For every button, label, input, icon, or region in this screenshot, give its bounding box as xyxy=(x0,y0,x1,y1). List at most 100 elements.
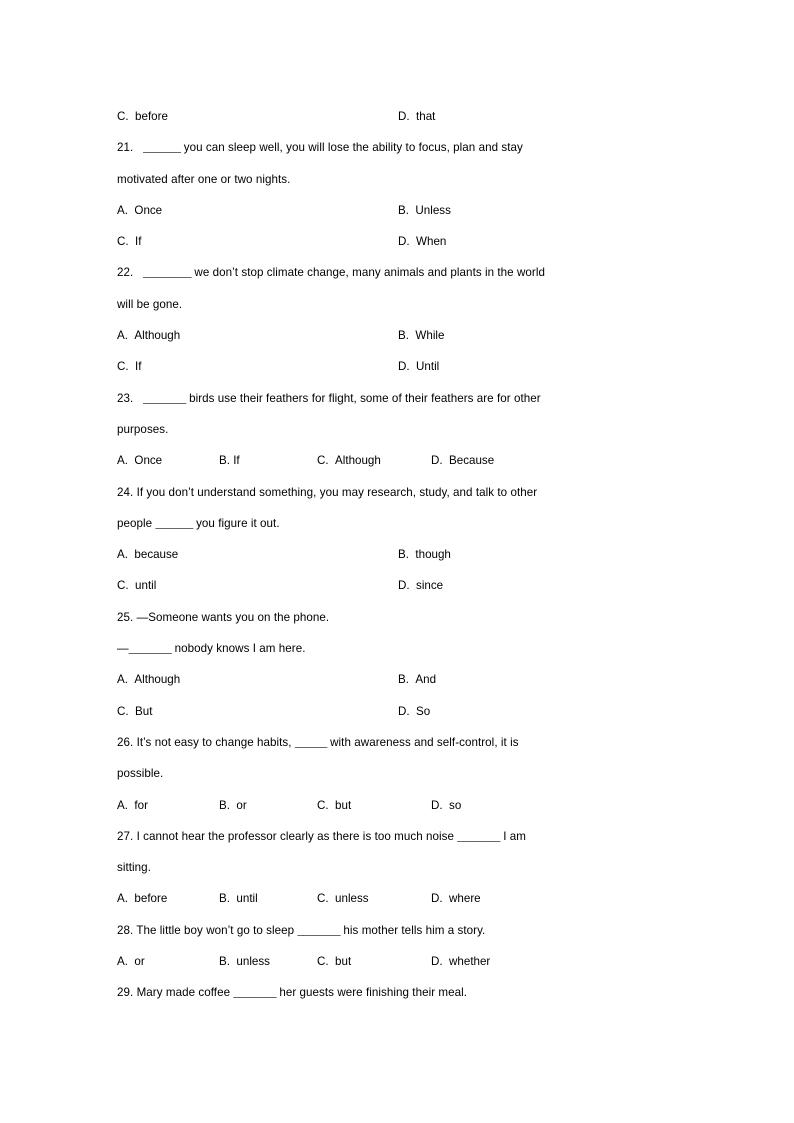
option-24-b[interactable]: B. though xyxy=(398,539,451,570)
question-text: motivated after one or two nights. xyxy=(117,172,291,186)
question-28-options-row: A. or B. unless C. but D. whether xyxy=(117,946,673,977)
document-page: C. before D. that 21. _______ you can sl… xyxy=(0,0,794,1123)
option-letter: C. xyxy=(317,892,329,906)
question-27-options-row: A. before B. until C. unless D. where xyxy=(117,883,673,914)
answer-blank[interactable]: ________ xyxy=(297,924,340,937)
option-22-c[interactable]: C. If xyxy=(117,351,142,382)
option-letter: D. xyxy=(431,955,443,969)
answer-blank[interactable]: ________ xyxy=(233,986,276,999)
option-26-a[interactable]: A. for xyxy=(117,790,148,821)
option-letter: D. xyxy=(398,360,410,374)
question-25-options-row-1: A. Although B. And xyxy=(117,664,673,695)
answer-blank[interactable]: ______ xyxy=(295,736,327,749)
option-label: before xyxy=(135,110,168,123)
question-26-line-2: possible. xyxy=(117,758,673,789)
option-label: Although xyxy=(134,329,181,343)
option-28-c[interactable]: C. but xyxy=(317,946,351,977)
option-label: If xyxy=(233,454,240,468)
option-orphan-c[interactable]: C. before xyxy=(117,101,168,132)
answer-blank[interactable]: ________ xyxy=(129,642,172,655)
question-27-line-1: 27. I cannot hear the professor clearly … xyxy=(117,821,673,852)
option-21-a[interactable]: A. Once xyxy=(117,195,162,226)
option-label: but xyxy=(335,798,352,812)
option-22-d[interactable]: D. Until xyxy=(398,351,439,382)
answer-blank[interactable]: _________ xyxy=(143,266,191,279)
option-27-c[interactable]: C. unless xyxy=(317,883,369,914)
option-24-a[interactable]: A. because xyxy=(117,539,178,570)
option-27-d[interactable]: D. where xyxy=(431,883,481,914)
option-21-b[interactable]: B. Unless xyxy=(398,195,451,226)
option-26-b[interactable]: B. or xyxy=(219,790,247,821)
option-label: so xyxy=(449,798,462,812)
question-26-line-1: 26. It’s not easy to change habits, ____… xyxy=(117,727,673,758)
option-28-d[interactable]: D. whether xyxy=(431,946,490,977)
option-25-d[interactable]: D. So xyxy=(398,696,430,727)
option-orphan-d[interactable]: D. that xyxy=(398,101,435,132)
option-letter: B. xyxy=(219,454,230,468)
option-label: If xyxy=(135,360,142,374)
question-22-line-1: 22. _________ we don’t stop climate chan… xyxy=(117,257,673,288)
question-text: her guests were finishing their meal. xyxy=(276,986,468,1000)
option-letter: D. xyxy=(398,579,410,593)
question-25-line-2: —________ nobody knows I am here. xyxy=(117,633,673,664)
option-label: Because xyxy=(449,454,495,468)
option-23-b[interactable]: B. If xyxy=(219,445,240,476)
question-text: possible. xyxy=(117,767,164,781)
question-text: sitting. xyxy=(117,861,151,875)
option-label: When xyxy=(416,235,447,249)
option-letter: A. xyxy=(117,955,128,969)
option-23-d[interactable]: D. Because xyxy=(431,445,494,476)
option-letter: D. xyxy=(431,798,443,812)
option-21-c[interactable]: C. If xyxy=(117,226,142,257)
option-letter: D. xyxy=(398,110,410,123)
answer-blank[interactable]: _______ xyxy=(155,517,193,530)
option-25-a[interactable]: A. Although xyxy=(117,664,180,695)
option-28-b[interactable]: B. unless xyxy=(219,946,270,977)
option-letter: A. xyxy=(117,454,128,468)
question-26-options-row: A. for B. or C. but D. so xyxy=(117,790,673,821)
option-label: While xyxy=(415,329,445,343)
option-23-c[interactable]: C. Although xyxy=(317,445,381,476)
option-label: unless xyxy=(335,892,369,906)
option-letter: D. xyxy=(398,235,410,249)
option-27-a[interactable]: A. before xyxy=(117,883,167,914)
option-label: because xyxy=(134,548,179,562)
answer-blank[interactable]: ________ xyxy=(457,830,500,843)
option-letter: B. xyxy=(219,798,230,812)
option-26-d[interactable]: D. so xyxy=(431,790,461,821)
option-23-a[interactable]: A. Once xyxy=(117,445,162,476)
option-label: where xyxy=(449,892,481,906)
question-text: The little boy won’t go to sleep xyxy=(133,923,298,937)
option-label: Although xyxy=(134,673,181,687)
option-25-c[interactable]: C. But xyxy=(117,696,152,727)
answer-blank[interactable]: ________ xyxy=(143,392,186,405)
option-letter: B. xyxy=(398,203,409,217)
option-21-d[interactable]: D. When xyxy=(398,226,446,257)
option-27-b[interactable]: B. until xyxy=(219,883,258,914)
question-22-line-2: will be gone. xyxy=(117,289,673,320)
option-24-d[interactable]: D. since xyxy=(398,570,443,601)
option-letter: C. xyxy=(117,360,129,374)
question-text: —Someone wants you on the phone. xyxy=(133,610,330,624)
question-25-line-1: 25. —Someone wants you on the phone. xyxy=(117,602,673,633)
question-21-options-row-1: A. Once B. Unless xyxy=(117,195,673,226)
answer-blank[interactable]: _______ xyxy=(143,141,181,154)
question-number: 23. xyxy=(117,391,134,405)
question-text: people xyxy=(117,516,156,530)
option-26-c[interactable]: C. but xyxy=(317,790,351,821)
question-number: 25. xyxy=(117,610,134,624)
option-label: whether xyxy=(449,955,491,969)
option-label: Until xyxy=(416,360,440,374)
option-22-a[interactable]: A. Although xyxy=(117,320,180,351)
option-22-b[interactable]: B. While xyxy=(398,320,444,351)
option-letter: D. xyxy=(398,704,410,718)
question-21-line-1: 21. _______ you can sleep well, you will… xyxy=(117,132,673,163)
option-24-c[interactable]: C. until xyxy=(117,570,156,601)
question-text: you can sleep well, you will lose the ab… xyxy=(180,141,523,155)
option-25-b[interactable]: B. And xyxy=(398,664,436,695)
option-28-a[interactable]: A. or xyxy=(117,946,145,977)
question-24-options-row-2: C. until D. since xyxy=(117,570,673,601)
option-label: And xyxy=(415,673,437,687)
question-number: 27. xyxy=(117,829,134,843)
question-text: It’s not easy to change habits, xyxy=(133,735,295,749)
